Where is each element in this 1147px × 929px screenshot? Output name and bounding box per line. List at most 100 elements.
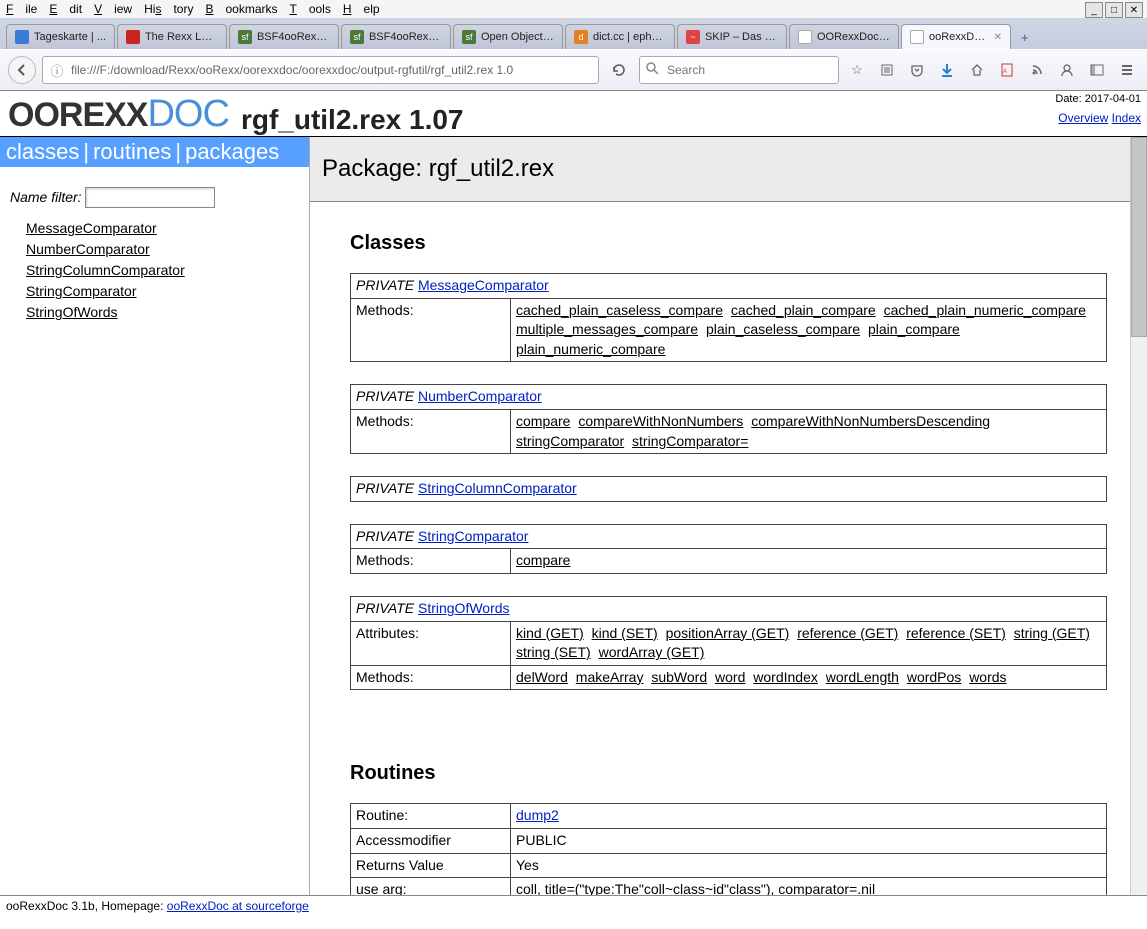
home-icon[interactable] — [965, 58, 989, 82]
maximize-button[interactable]: □ — [1105, 2, 1123, 18]
scrollbar[interactable] — [1130, 137, 1147, 895]
minimize-button[interactable]: _ — [1085, 2, 1103, 18]
method-link[interactable]: multiple_messages_compare — [516, 320, 698, 340]
scrollbar-thumb[interactable] — [1131, 137, 1147, 337]
close-tab-icon[interactable]: ✕ — [994, 32, 1002, 43]
method-link[interactable]: delWord — [516, 668, 568, 688]
method-link[interactable]: compare — [516, 412, 570, 432]
tab-label: OORexxDoc / ... — [817, 31, 890, 43]
favicon-icon: d — [574, 30, 588, 44]
method-link[interactable]: stringComparator — [516, 432, 624, 452]
tab-label: dict.cc | ephe... — [593, 31, 666, 43]
method-link[interactable]: plain_compare — [868, 320, 960, 340]
class-list: MessageComparatorNumberComparatorStringC… — [0, 218, 309, 333]
browser-tab[interactable]: sfOpen Object ... — [453, 24, 563, 49]
browser-tab[interactable]: OORexxDoc / ... — [789, 24, 899, 49]
url-text[interactable]: file:///F:/download/Rexx/ooRexx/oorexxdo… — [71, 63, 592, 77]
class-name-link[interactable]: StringColumnComparator — [418, 480, 577, 496]
download-icon[interactable] — [935, 58, 959, 82]
tab-classes[interactable]: classes — [6, 139, 79, 165]
attribute-link[interactable]: string (GET) — [1014, 624, 1090, 644]
routine-table: Routine: dump2 Accessmodifier PUBLIC Ret… — [350, 803, 1107, 895]
method-link[interactable]: word — [715, 668, 745, 688]
menu-view[interactable]: View — [94, 2, 132, 16]
browser-tab[interactable]: ~SKIP – Das Kin... — [677, 24, 787, 49]
class-name-link[interactable]: StringComparator — [418, 528, 529, 544]
method-link[interactable]: compareWithNonNumbersDescending — [751, 412, 990, 432]
browser-tab[interactable]: sfBSF4ooRexx -... — [229, 24, 339, 49]
attribute-link[interactable]: positionArray (GET) — [666, 624, 790, 644]
class-list-item[interactable]: StringColumnComparator — [26, 260, 299, 281]
feed-icon[interactable] — [1025, 58, 1049, 82]
attribute-link[interactable]: wordArray (GET) — [599, 643, 705, 663]
method-link[interactable]: cached_plain_numeric_compare — [884, 301, 1086, 321]
browser-tab[interactable]: ooRexxDoc rgf...✕ — [901, 24, 1011, 49]
reload-button[interactable] — [605, 56, 633, 84]
browser-tab[interactable]: d dict.cc | ephe... — [565, 24, 675, 49]
class-name-link[interactable]: NumberComparator — [418, 388, 542, 404]
menu-help[interactable]: Help — [343, 2, 380, 16]
method-link[interactable]: subWord — [651, 668, 707, 688]
routines-section: Routines Routine: dump2 Accessmodifier P… — [310, 732, 1147, 895]
attribute-link[interactable]: kind (SET) — [592, 624, 658, 644]
method-link[interactable]: wordPos — [907, 668, 961, 688]
close-button[interactable]: ✕ — [1125, 2, 1143, 18]
method-link[interactable]: compare — [516, 551, 570, 571]
method-link[interactable]: cached_plain_caseless_compare — [516, 301, 723, 321]
method-link[interactable]: plain_numeric_compare — [516, 340, 665, 360]
menu-tools[interactable]: Tools — [289, 2, 330, 16]
list-icon[interactable] — [875, 58, 899, 82]
user-icon[interactable] — [1055, 58, 1079, 82]
method-link[interactable]: makeArray — [576, 668, 644, 688]
new-tab-button[interactable]: + — [1013, 26, 1037, 49]
class-list-item[interactable]: StringComparator — [26, 281, 299, 302]
url-bar[interactable]: ⓘ file:///F:/download/Rexx/ooRexx/oorexx… — [42, 56, 599, 84]
index-link[interactable]: Index — [1112, 111, 1141, 125]
private-label: PRIVATE — [356, 528, 414, 544]
star-icon[interactable]: ☆ — [845, 58, 869, 82]
info-icon[interactable]: ⓘ — [49, 61, 65, 80]
menu-edit[interactable]: Edit — [49, 2, 82, 16]
class-name-link[interactable]: MessageComparator — [418, 277, 549, 293]
attribute-link[interactable]: kind (GET) — [516, 624, 584, 644]
returns-label: Returns Value — [351, 853, 511, 878]
method-link[interactable]: compareWithNonNumbers — [578, 412, 743, 432]
class-name-link[interactable]: StringOfWords — [418, 600, 510, 616]
hamburger-icon[interactable] — [1115, 58, 1139, 82]
favicon-icon: sf — [462, 30, 476, 44]
search-input[interactable] — [665, 62, 832, 78]
attribute-link[interactable]: string (SET) — [516, 643, 591, 663]
attribute-link[interactable]: reference (GET) — [797, 624, 898, 644]
pocket-icon[interactable] — [905, 58, 929, 82]
tab-label: SKIP – Das Kin... — [705, 31, 778, 43]
method-link[interactable]: wordLength — [826, 668, 899, 688]
favicon-icon — [798, 30, 812, 44]
class-list-item[interactable]: StringOfWords — [26, 302, 299, 323]
method-link[interactable]: plain_caseless_compare — [706, 320, 860, 340]
method-link[interactable]: wordIndex — [753, 668, 818, 688]
class-list-item[interactable]: MessageComparator — [26, 218, 299, 239]
footer-link[interactable]: ooRexxDoc at sourceforge — [167, 899, 309, 913]
method-link[interactable]: words — [969, 668, 1006, 688]
routine-name-link[interactable]: dump2 — [516, 807, 559, 823]
method-link[interactable]: cached_plain_compare — [731, 301, 876, 321]
menu-bookmarks[interactable]: Bookmarks — [205, 2, 277, 16]
browser-tab[interactable]: sfBSF4ooRexx -... — [341, 24, 451, 49]
menu-history[interactable]: History — [144, 2, 193, 16]
pdf-icon[interactable]: A — [995, 58, 1019, 82]
class-list-item[interactable]: NumberComparator — [26, 239, 299, 260]
tab-routines[interactable]: routines — [93, 139, 171, 165]
tab-packages[interactable]: packages — [185, 139, 279, 165]
search-bar[interactable] — [639, 56, 839, 84]
sidebar-toggle-icon[interactable] — [1085, 58, 1109, 82]
methods-label: Methods: — [351, 665, 511, 690]
browser-tab[interactable]: The Rexx Lan... — [117, 24, 227, 49]
overview-link[interactable]: Overview — [1058, 111, 1108, 125]
method-link[interactable]: stringComparator= — [632, 432, 748, 452]
menu-file[interactable]: File — [6, 2, 37, 16]
attribute-link[interactable]: reference (SET) — [906, 624, 1006, 644]
back-button[interactable] — [8, 56, 36, 84]
page-header: Date: 2017-04-01 Overview Index OOREXXDO… — [0, 91, 1147, 137]
filter-input[interactable] — [85, 187, 215, 208]
browser-tab[interactable]: Tageskarte | ... — [6, 24, 115, 49]
